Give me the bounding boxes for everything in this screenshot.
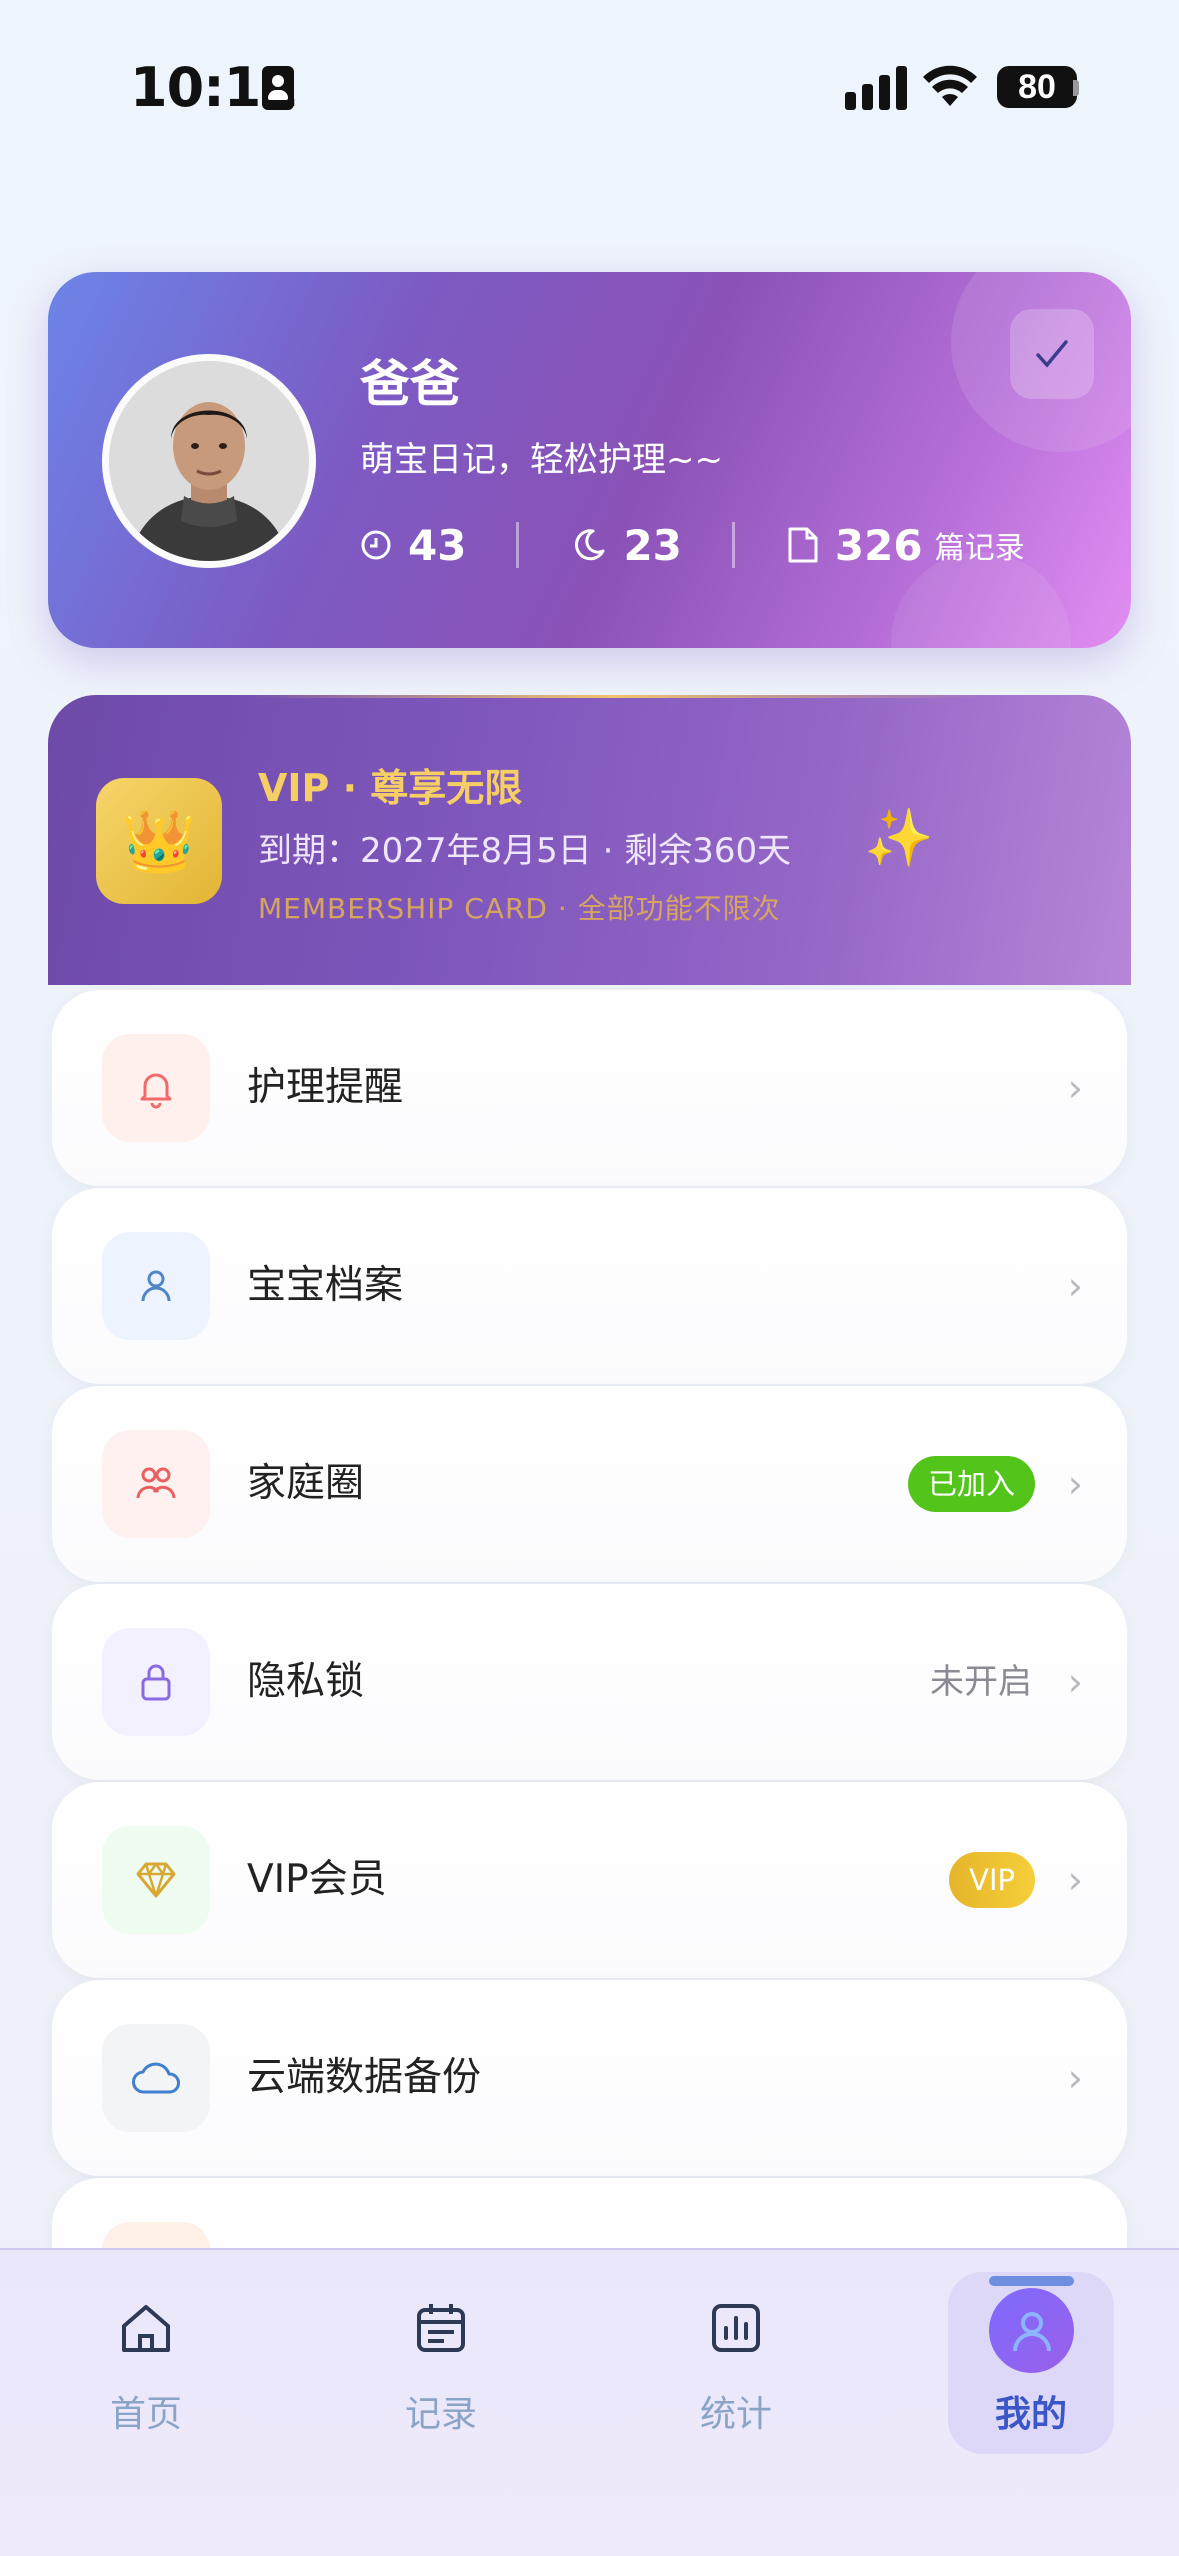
chevron-right-icon: › bbox=[1067, 1858, 1083, 1902]
person-icon bbox=[102, 1232, 210, 1340]
tab-stats[interactable]: 统计 bbox=[636, 2250, 836, 2510]
profile-stats: 43 23 326 篇记录 bbox=[360, 517, 1025, 573]
menu-item-care-reminder[interactable]: 护理提醒 › bbox=[52, 990, 1127, 1186]
stat-value: 43 bbox=[408, 520, 467, 570]
signal-icon bbox=[845, 66, 907, 110]
status-bar: 10:11 80 bbox=[0, 0, 1179, 175]
chart-icon bbox=[712, 2304, 760, 2352]
stat-clock: 43 bbox=[360, 521, 466, 570]
menu-label: 家庭圈 bbox=[247, 1461, 365, 1506]
wifi-icon bbox=[923, 65, 977, 106]
profile-card: 爸爸 萌宝日记，轻松护理~~ 43 23 326 篇记录 bbox=[48, 272, 1131, 648]
privacy-lock-status: 未开启 bbox=[930, 1662, 1032, 1702]
stat-value: 23 bbox=[623, 520, 682, 570]
vip-title: VIP · 尊享无限 bbox=[258, 766, 523, 810]
battery-cap bbox=[1073, 80, 1079, 96]
vip-expiry: 到期：2027年8月5日 · 剩余360天 bbox=[258, 831, 792, 871]
lock-icon bbox=[102, 1628, 210, 1736]
profile-name: 爸爸 bbox=[360, 355, 460, 413]
stat-divider bbox=[516, 522, 520, 568]
stat-value: 326 bbox=[834, 520, 923, 570]
tab-label: 首页 bbox=[109, 2394, 182, 2435]
document-icon bbox=[788, 527, 818, 563]
menu-item-cloud-backup[interactable]: 云端数据备份 › bbox=[52, 1980, 1127, 2176]
crown-icon: 👑 bbox=[96, 778, 222, 904]
diamond-icon bbox=[102, 1826, 210, 1934]
contact-card-icon bbox=[262, 66, 294, 110]
chevron-right-icon: › bbox=[1067, 1462, 1083, 1506]
menu-label: 隐私锁 bbox=[247, 1659, 365, 1704]
menu-label: 云端数据备份 bbox=[247, 2055, 482, 2100]
stat-divider bbox=[731, 522, 735, 568]
calendar-icon bbox=[417, 2304, 465, 2352]
chevron-right-icon: › bbox=[1067, 1066, 1083, 1110]
chevron-right-icon: › bbox=[1067, 1264, 1083, 1308]
battery-indicator: 80 bbox=[997, 66, 1077, 108]
checkmark-icon bbox=[1036, 340, 1068, 368]
tab-label: 记录 bbox=[404, 2394, 477, 2435]
menu-item-privacy-lock[interactable]: 隐私锁 未开启 › bbox=[52, 1584, 1127, 1780]
avatar[interactable] bbox=[102, 354, 316, 568]
menu-label: 宝宝档案 bbox=[247, 1263, 404, 1308]
bell-icon bbox=[102, 1034, 210, 1142]
stat-records: 326 篇记录 bbox=[787, 521, 1025, 570]
vip-badge: VIP bbox=[949, 1852, 1035, 1908]
cloud-icon bbox=[102, 2024, 210, 2132]
moon-icon bbox=[575, 529, 605, 561]
tab-home[interactable]: 首页 bbox=[46, 2250, 246, 2510]
menu-item-family-circle[interactable]: 家庭圈 已加入 › bbox=[52, 1386, 1127, 1582]
vip-subtitle: MEMBERSHIP CARD · 全部功能不限次 bbox=[258, 892, 781, 925]
menu-item-baby-profile[interactable]: 宝宝档案 › bbox=[52, 1188, 1127, 1384]
tab-mine[interactable]: 我的 bbox=[931, 2250, 1131, 2510]
tab-label: 统计 bbox=[699, 2394, 772, 2435]
chevron-right-icon: › bbox=[1067, 2056, 1083, 2100]
joined-badge: 已加入 bbox=[907, 1456, 1035, 1512]
stat-unit: 篇记录 bbox=[934, 531, 1025, 566]
checkin-button[interactable] bbox=[1010, 309, 1094, 399]
clock-icon bbox=[361, 530, 391, 560]
menu-item-vip-member[interactable]: VIP会员 VIP › bbox=[52, 1782, 1127, 1978]
gold-divider bbox=[248, 695, 981, 698]
menu-label: VIP会员 bbox=[247, 1857, 387, 1902]
tab-label: 我的 bbox=[994, 2394, 1067, 2435]
bottom-tab-bar: 首页 记录 统计 我的 bbox=[0, 2248, 1179, 2556]
menu-label: 护理提醒 bbox=[247, 1065, 404, 1110]
sparkle-icon: ✨ bbox=[864, 806, 934, 871]
family-icon bbox=[102, 1430, 210, 1538]
chevron-right-icon: › bbox=[1067, 1660, 1083, 1704]
home-icon bbox=[122, 2305, 170, 2352]
tab-records[interactable]: 记录 bbox=[341, 2250, 541, 2510]
profile-bio: 萌宝日记，轻松护理~~ bbox=[360, 440, 723, 480]
vip-membership-card[interactable]: 👑 VIP · 尊享无限 到期：2027年8月5日 · 剩余360天 MEMBE… bbox=[48, 695, 1131, 985]
stat-moon: 23 bbox=[571, 520, 682, 570]
